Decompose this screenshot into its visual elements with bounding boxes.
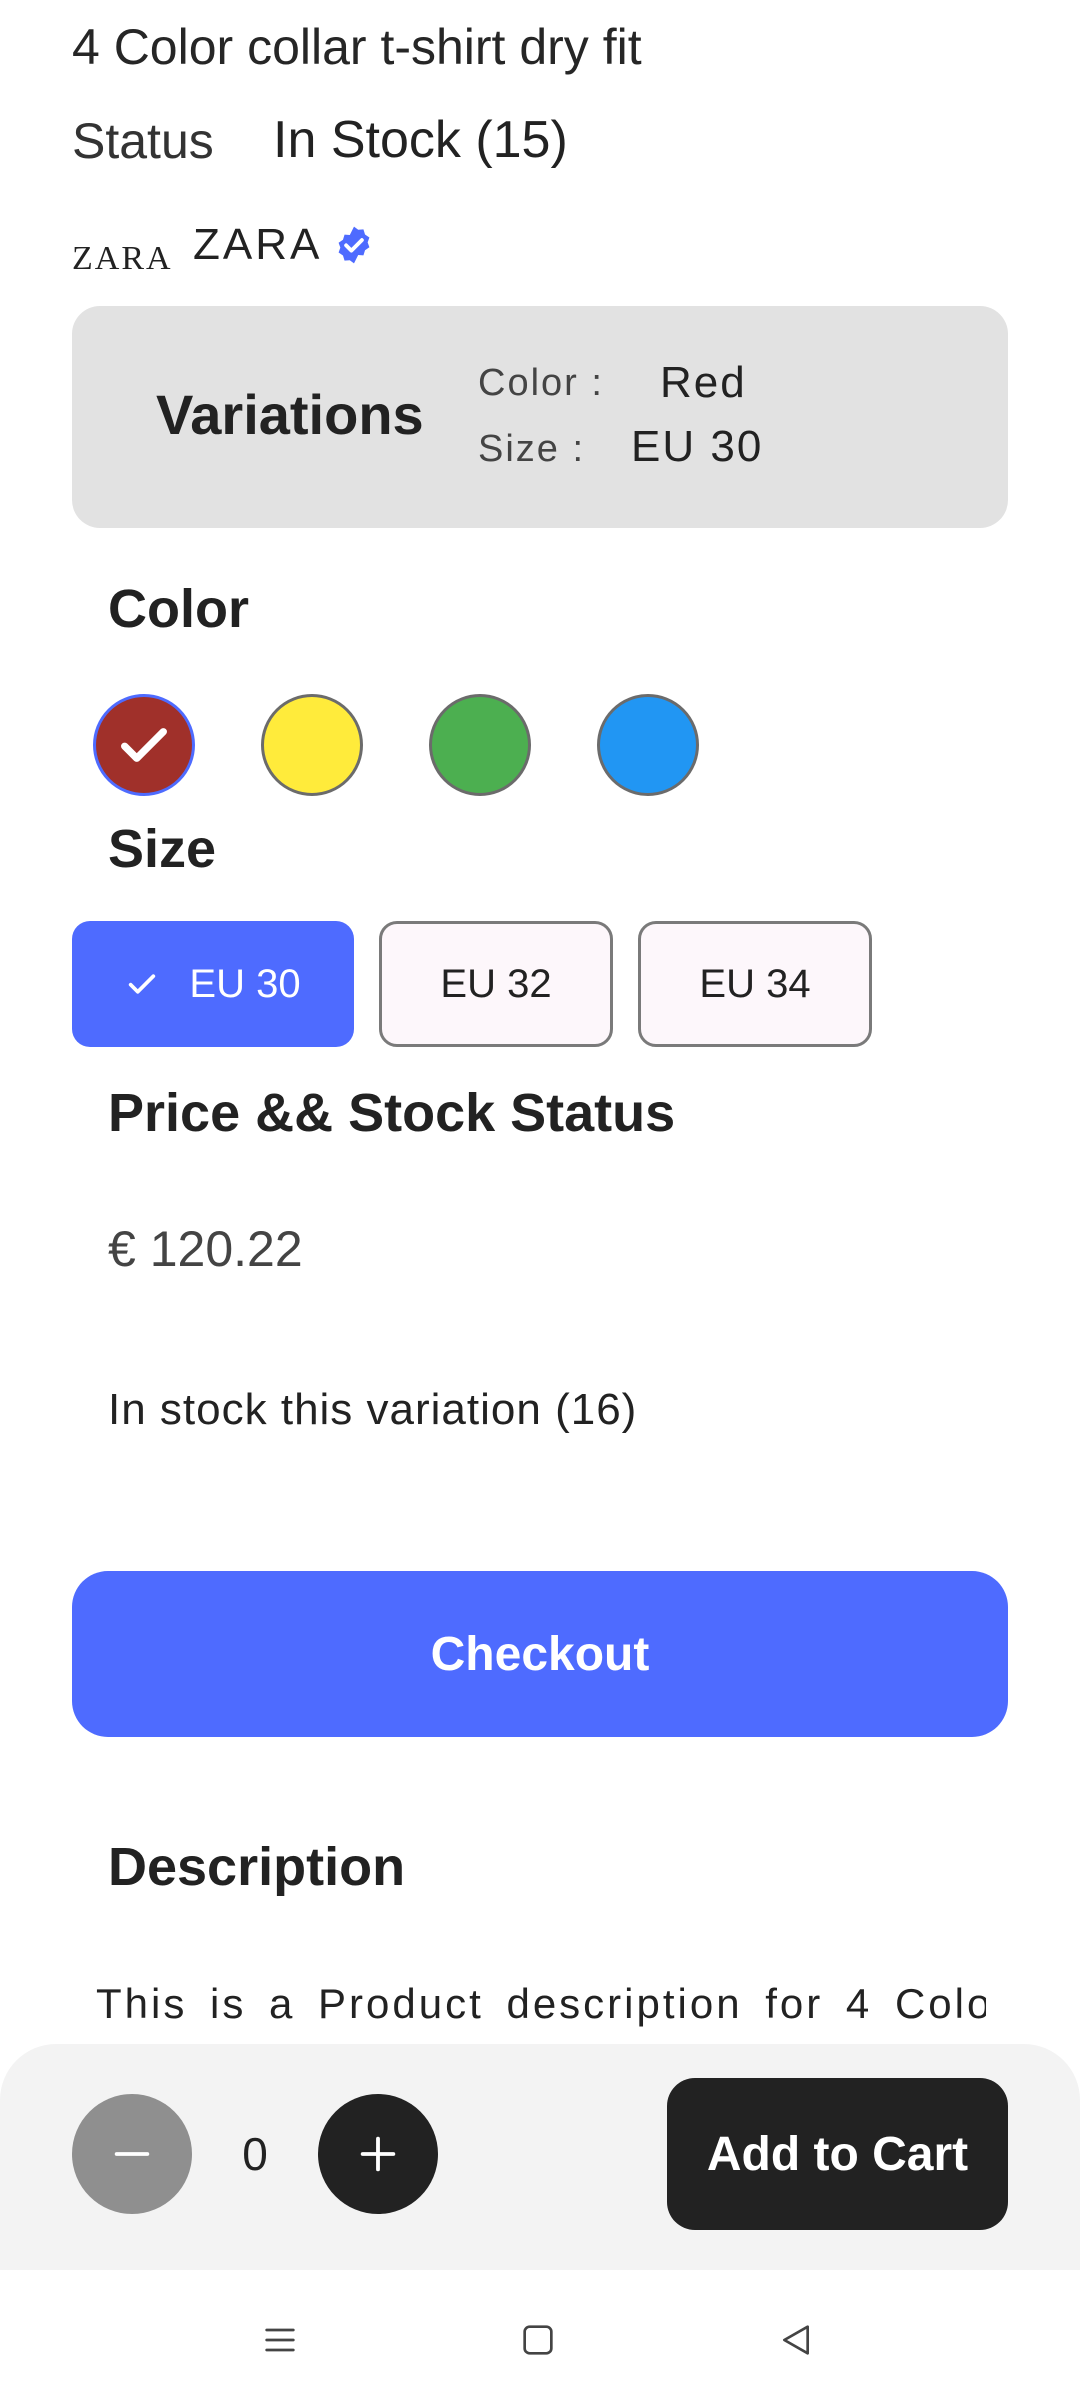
size-chip-eu30[interactable]: EU 30 [72, 921, 354, 1047]
color-swatch-yellow[interactable] [261, 694, 363, 796]
variation-color-label: Color : [478, 362, 604, 404]
menu-icon [265, 2328, 295, 2352]
home-square-icon [523, 2325, 553, 2355]
variation-size-label: Size : [478, 428, 586, 470]
price-section-title: Price && Stock Status [108, 1083, 676, 1143]
increase-quantity-button[interactable] [318, 2094, 438, 2214]
back-triangle-icon [783, 2325, 809, 2355]
color-section-title: Color [108, 579, 249, 639]
size-chip-label: EU 34 [699, 961, 811, 1006]
minus-icon [114, 2152, 150, 2156]
description-text: This is a Product description for 4 Colo… [96, 1980, 986, 2027]
status-value: In Stock (15) [273, 111, 568, 169]
variation-size-value: EU 30 [631, 422, 764, 471]
variation-color-value: Red [660, 358, 747, 407]
checkout-button[interactable]: Checkout [72, 1571, 1008, 1737]
status-label: Status [72, 113, 214, 169]
check-icon [129, 974, 156, 994]
system-nav-bar [0, 2270, 1080, 2400]
size-chip-label: EU 32 [440, 961, 552, 1006]
add-to-cart-button[interactable]: Add to Cart [667, 2078, 1008, 2230]
variation-stock-text: In stock this variation (16) [108, 1385, 638, 1434]
check-icon [121, 728, 167, 762]
color-swatch-green[interactable] [429, 694, 531, 796]
size-chip-eu34[interactable]: EU 34 [638, 921, 872, 1047]
color-swatch-blue[interactable] [597, 694, 699, 796]
brand-logo: ZARA [72, 240, 173, 277]
description-title: Description [108, 1837, 406, 1897]
menu-nav-button[interactable] [250, 2310, 310, 2370]
quantity-value: 0 [242, 2128, 268, 2180]
price-value: € 120.22 [108, 1221, 303, 1277]
variations-title: Variations [156, 383, 424, 446]
verified-badge-icon [338, 226, 370, 264]
product-title: 4 Color collar t-shirt dry fit [72, 19, 642, 75]
brand-name: ZARA [193, 220, 323, 269]
size-chip-label: EU 30 [189, 961, 301, 1006]
color-swatch-red[interactable] [93, 694, 195, 796]
decrease-quantity-button[interactable] [72, 2094, 192, 2214]
size-section-title: Size [108, 819, 217, 879]
back-nav-button[interactable] [766, 2310, 826, 2370]
plus-icon [360, 2136, 396, 2172]
size-chip-eu32[interactable]: EU 32 [379, 921, 613, 1047]
home-nav-button[interactable] [508, 2310, 568, 2370]
